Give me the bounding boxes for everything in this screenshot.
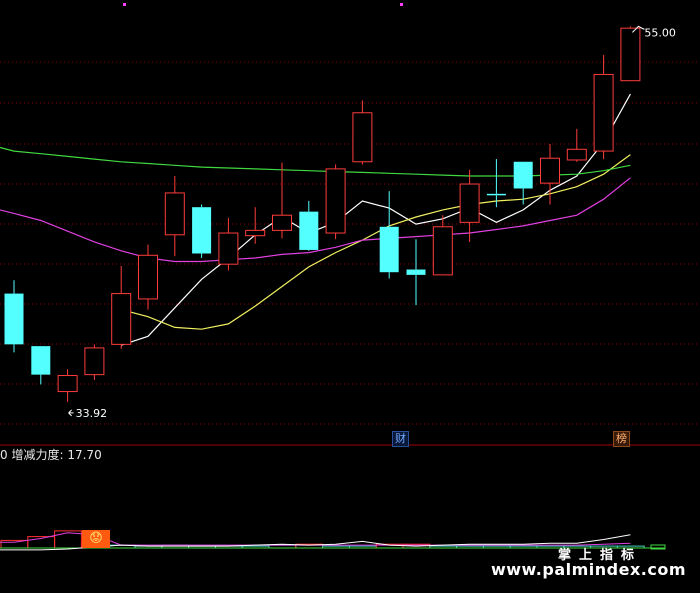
candlestick-chart: 55.00 33.92: [0, 3, 700, 551]
indicator-value: 17.70: [67, 448, 102, 462]
candle-1: [31, 346, 51, 385]
indicator-label: 0 增减力度: 17.70: [0, 448, 102, 462]
candle-body: [57, 375, 78, 393]
candle-body: [432, 226, 453, 276]
candle-body: [4, 293, 24, 345]
candle-8: [218, 217, 239, 271]
candle-23: [620, 26, 641, 82]
candle-15: [406, 239, 426, 306]
indicator-prefix: 0: [0, 448, 8, 462]
candle-body: [84, 347, 105, 376]
candle-17: [459, 169, 480, 242]
candles: [4, 26, 641, 402]
worried-face-icon: 😟: [82, 530, 110, 548]
low-label: 33.92: [76, 407, 108, 420]
indicator-name: 增减力度: [11, 448, 60, 462]
annotations: 55.00 33.92: [68, 25, 676, 420]
candle-7: [192, 204, 212, 258]
candle-body: [245, 229, 266, 237]
candle-body: [272, 214, 292, 231]
candle-body: [620, 27, 641, 82]
candle-body: [352, 112, 373, 163]
low-arrow: [68, 409, 74, 417]
watermark-url: www.palmindex.com: [490, 560, 686, 579]
ma-line-2: [0, 146, 631, 177]
candle-9: [245, 207, 266, 244]
candle-body: [31, 346, 51, 375]
candle-22: [593, 54, 614, 160]
candle-body: [379, 226, 399, 273]
candle-body: [566, 148, 587, 161]
candle-13: [352, 100, 373, 165]
indicator-bar-0: [0, 539, 29, 549]
candle-body: [486, 193, 506, 196]
grid-lines: [0, 3, 700, 446]
candle-body: [513, 161, 533, 189]
candle-0: [4, 280, 24, 353]
candle-10: [272, 162, 292, 239]
candle-body: [459, 183, 480, 223]
top-marker-2: [400, 3, 403, 6]
candle-body: [406, 269, 426, 275]
candle-body: [164, 192, 185, 236]
candle-12: [325, 164, 346, 240]
candle-body: [593, 73, 614, 152]
dragon-tiger-list-badge[interactable]: 榜: [613, 431, 630, 447]
candle-11: [299, 200, 319, 251]
candle-body: [325, 168, 346, 234]
candle-14: [379, 191, 399, 279]
candle-5: [138, 244, 158, 310]
candle-2: [57, 369, 78, 402]
candle-3: [84, 344, 105, 380]
candle-body: [299, 211, 319, 250]
candle-body: [192, 207, 212, 254]
high-label: 55.00: [644, 26, 676, 39]
candle-body: [218, 232, 239, 265]
candle-body: [111, 293, 132, 345]
top-marker-1: [123, 3, 126, 6]
candle-body: [138, 254, 158, 300]
financial-report-badge[interactable]: 财: [392, 431, 409, 447]
candle-body: [540, 157, 560, 184]
candle-6: [164, 176, 185, 257]
candle-4: [111, 265, 132, 349]
candle-21: [566, 128, 587, 162]
